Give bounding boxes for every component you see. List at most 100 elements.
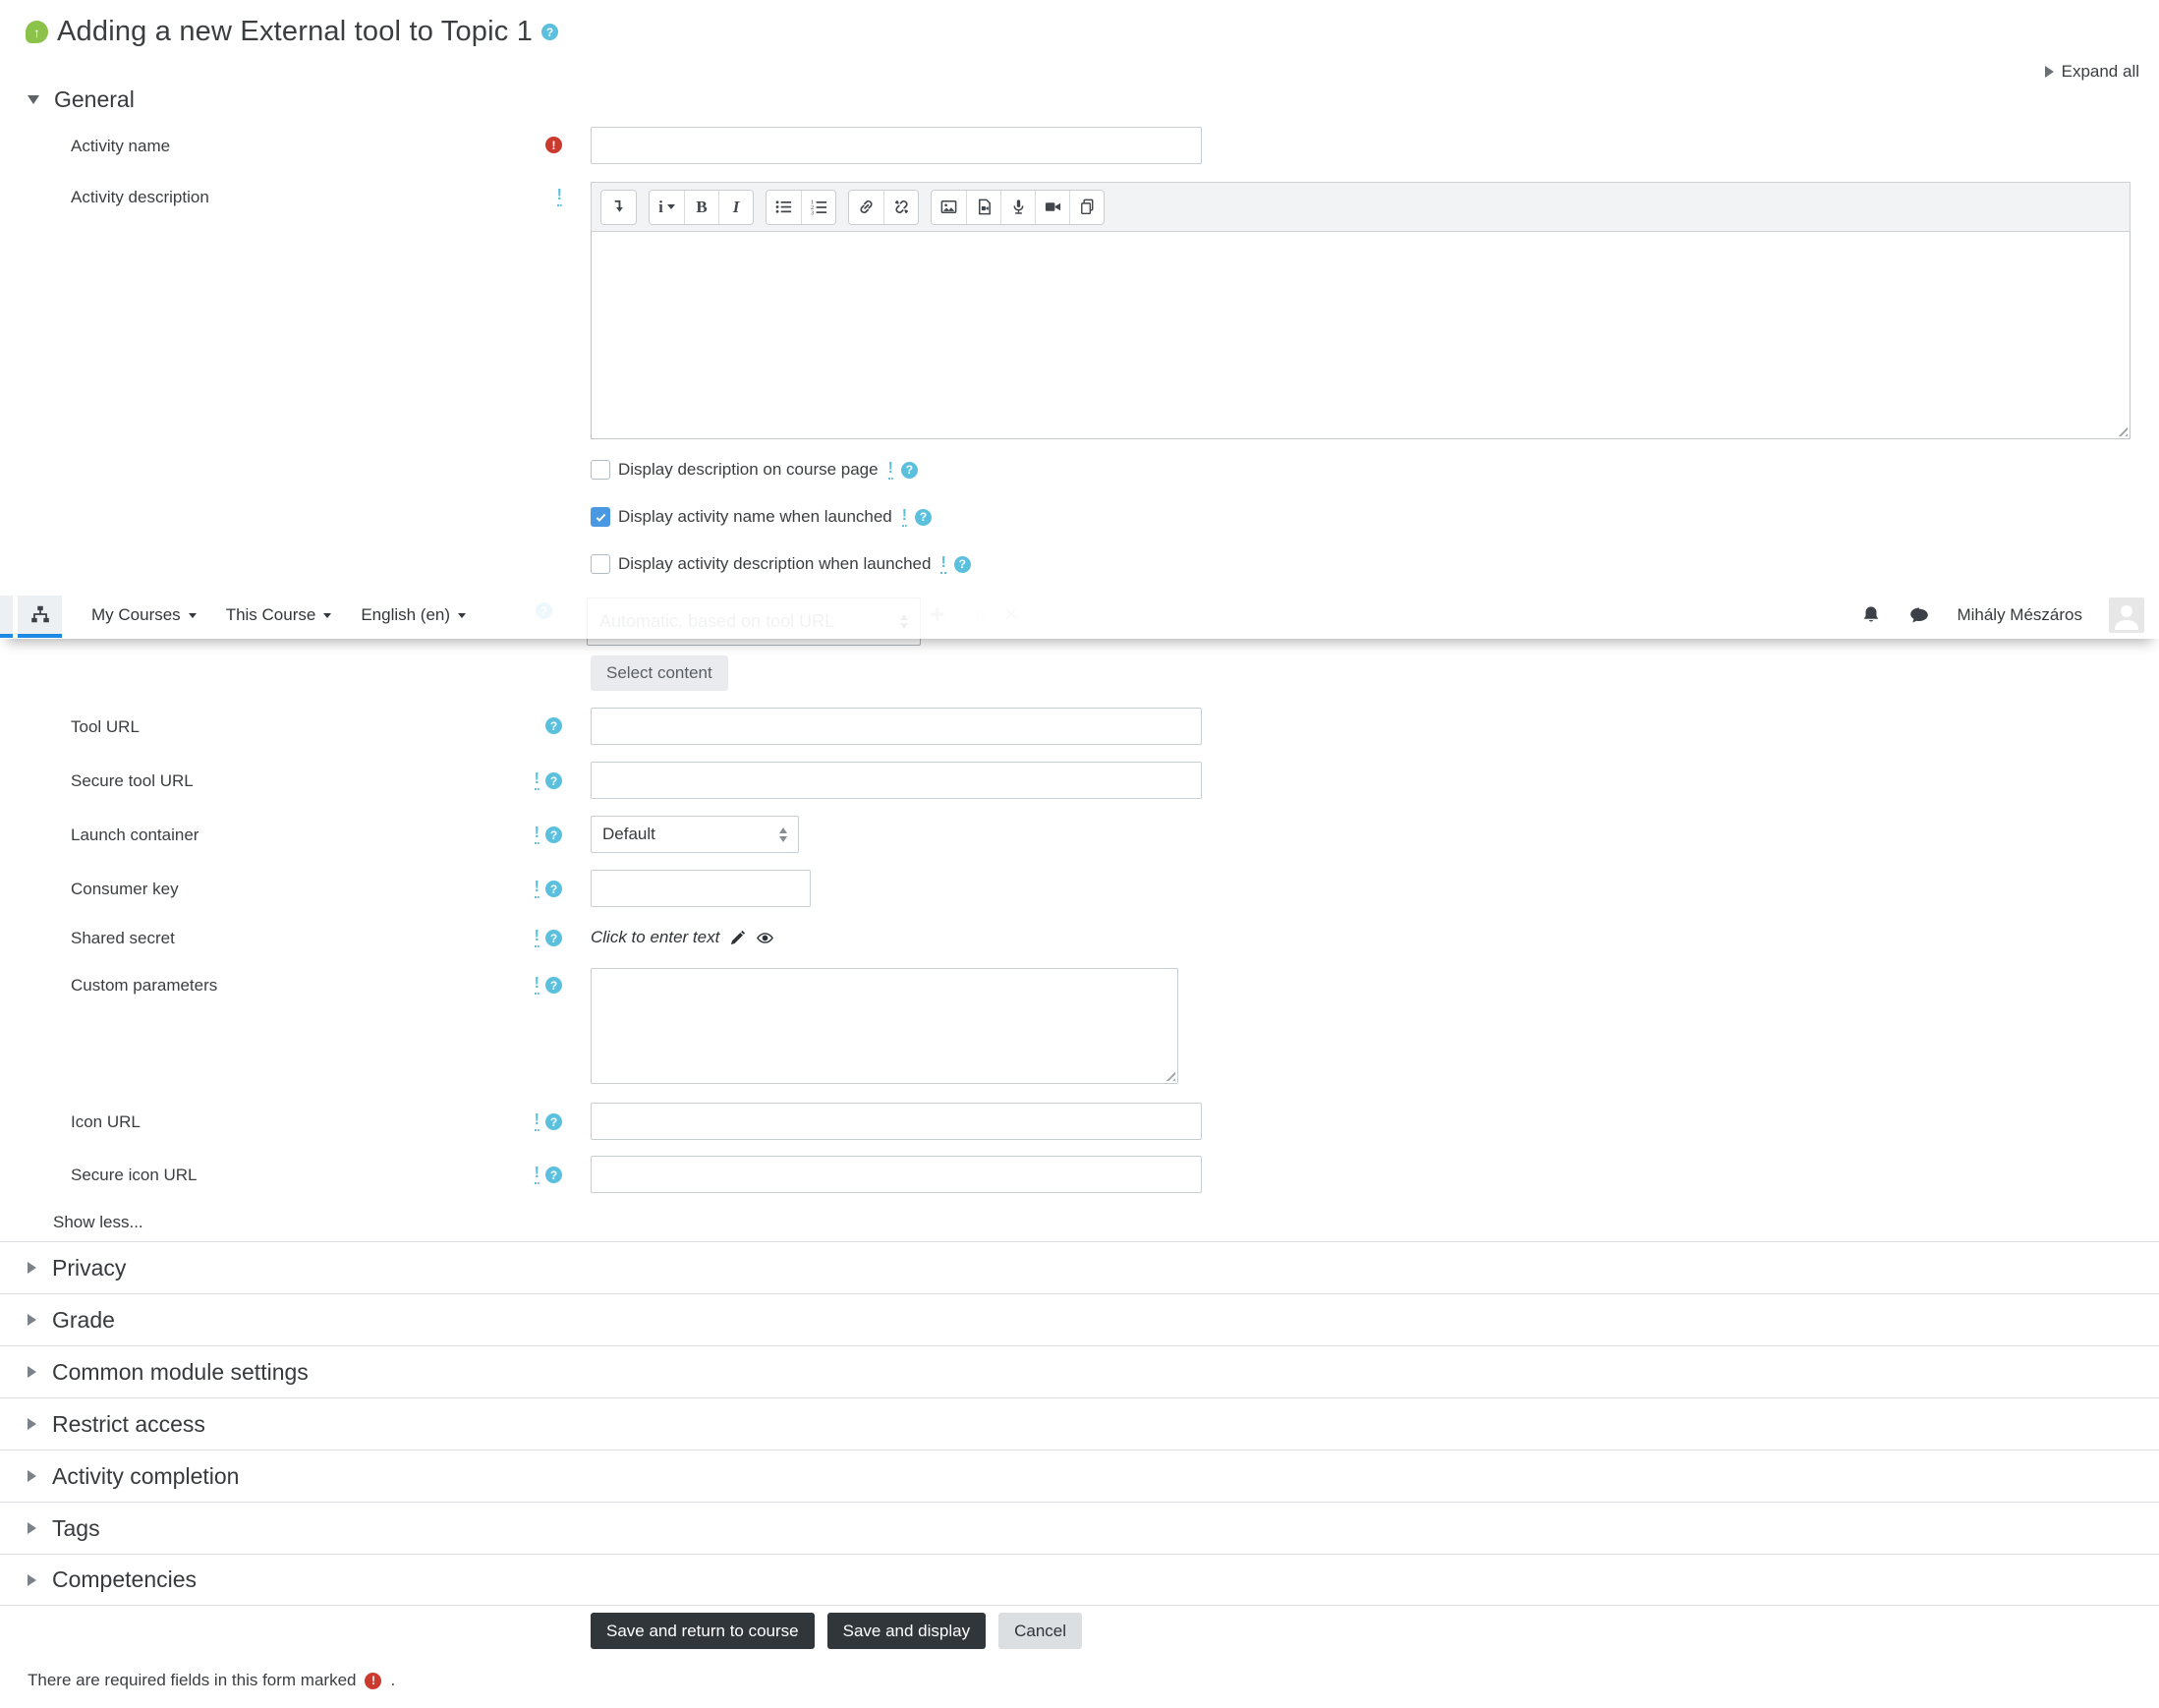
unlink-icon[interactable] xyxy=(883,190,918,224)
section-privacy[interactable]: Privacy xyxy=(0,1241,2159,1293)
display-activity-name-row: Display activity name when launched xyxy=(591,507,933,527)
section-tags[interactable]: Tags xyxy=(0,1502,2159,1554)
help-icon[interactable] xyxy=(545,881,562,897)
activity-description-label: Activity description xyxy=(71,188,209,206)
collapse-triangle-icon xyxy=(28,95,39,104)
record-audio-icon[interactable] xyxy=(1000,190,1035,224)
user-name[interactable]: Mihály Mészáros xyxy=(1957,605,2082,625)
expand-triangle-icon xyxy=(28,1573,36,1586)
bold-icon[interactable] xyxy=(684,190,718,224)
help-icon[interactable] xyxy=(545,1113,562,1130)
warning-icon[interactable] xyxy=(940,555,946,574)
help-icon[interactable] xyxy=(545,1167,562,1183)
expand-triangle-icon xyxy=(28,1314,36,1326)
section-general[interactable]: General xyxy=(28,86,135,113)
icon-url-label: Icon URL xyxy=(71,1112,141,1131)
messages-icon[interactable] xyxy=(1908,604,1930,626)
section-grade[interactable]: Grade xyxy=(0,1293,2159,1345)
page-title: Adding a new External tool to Topic 1 xyxy=(57,16,534,47)
warning-icon[interactable] xyxy=(887,461,893,480)
format-style-icon[interactable] xyxy=(650,190,684,224)
launch-container-select[interactable]: Default xyxy=(591,816,799,853)
custom-parameters-textarea[interactable] xyxy=(591,968,1178,1084)
media-icon[interactable] xyxy=(966,190,1000,224)
display-activity-description-checkbox[interactable] xyxy=(591,554,610,574)
cancel-button[interactable]: Cancel xyxy=(998,1613,1083,1649)
svg-text:3: 3 xyxy=(810,211,813,216)
display-description-checkbox[interactable] xyxy=(591,460,610,480)
checkbox-label: Display activity name when launched xyxy=(618,507,892,526)
notifications-icon[interactable] xyxy=(1860,604,1882,626)
warning-icon[interactable] xyxy=(534,771,540,790)
warning-icon[interactable] xyxy=(534,1166,540,1184)
shared-secret-placeholder[interactable]: Click to enter text xyxy=(591,928,719,947)
shared-secret-label: Shared secret xyxy=(71,929,175,947)
expand-triangle-icon xyxy=(2044,66,2054,78)
select-content-button[interactable]: Select content xyxy=(591,655,728,691)
nav-tab-sitemap[interactable] xyxy=(18,595,62,638)
help-icon[interactable] xyxy=(545,826,562,843)
warning-icon[interactable] xyxy=(901,508,908,527)
link-icon[interactable] xyxy=(849,190,883,224)
chevron-down-icon xyxy=(458,613,467,618)
eye-icon[interactable] xyxy=(756,929,774,947)
expand-all-label: Expand all xyxy=(2061,62,2139,81)
required-icon xyxy=(545,137,562,153)
avatar[interactable] xyxy=(2109,597,2144,633)
tool-url-input[interactable] xyxy=(591,708,1202,745)
resize-handle[interactable] xyxy=(1163,1068,1175,1081)
help-icon[interactable] xyxy=(545,977,562,994)
nav-menu-label: This Course xyxy=(225,604,316,624)
warning-icon[interactable] xyxy=(534,929,540,947)
section-label: Grade xyxy=(52,1306,115,1333)
warning-icon[interactable] xyxy=(534,976,540,995)
italic-icon[interactable] xyxy=(718,190,753,224)
ordered-list-icon[interactable]: 123 xyxy=(801,190,835,224)
help-icon[interactable] xyxy=(545,930,562,946)
consumer-key-input[interactable] xyxy=(591,870,811,907)
record-video-icon[interactable] xyxy=(1035,190,1069,224)
unordered-list-icon[interactable] xyxy=(767,190,801,224)
pencil-icon[interactable] xyxy=(728,929,747,947)
nav-menu-this-course[interactable]: This Course xyxy=(226,605,332,625)
help-icon[interactable] xyxy=(915,508,933,526)
image-icon[interactable] xyxy=(932,190,966,224)
chevron-down-icon xyxy=(666,204,675,209)
tool-url-label: Tool URL xyxy=(71,717,140,736)
help-icon[interactable] xyxy=(900,461,918,479)
expand-triangle-icon xyxy=(28,1418,36,1430)
editor-content[interactable] xyxy=(591,231,2131,439)
section-common-module-settings[interactable]: Common module settings xyxy=(0,1345,2159,1397)
section-competencies[interactable]: Competencies xyxy=(0,1554,2159,1606)
nav-tab-partial[interactable] xyxy=(0,595,13,638)
show-less-link[interactable]: Show less... xyxy=(53,1213,143,1232)
warning-icon[interactable] xyxy=(534,826,540,844)
secure-tool-url-input[interactable] xyxy=(591,762,1202,799)
help-icon[interactable] xyxy=(545,717,562,734)
required-fields-note: There are required fields in this form m… xyxy=(28,1671,395,1690)
warning-icon[interactable] xyxy=(534,880,540,898)
display-activity-name-checkbox[interactable] xyxy=(591,507,610,527)
icon-url-input[interactable] xyxy=(591,1103,1202,1140)
section-restrict-access[interactable]: Restrict access xyxy=(0,1397,2159,1450)
activity-name-input[interactable] xyxy=(591,127,1202,164)
external-tool-icon xyxy=(26,21,48,43)
save-and-display-button[interactable]: Save and display xyxy=(826,1613,987,1649)
save-and-return-button[interactable]: Save and return to course xyxy=(591,1613,815,1649)
checkbox-label: Display description on course page xyxy=(618,460,879,479)
expand-toolbar-icon[interactable] xyxy=(601,190,636,224)
help-icon[interactable] xyxy=(541,24,559,40)
nav-menu-my-courses[interactable]: My Courses xyxy=(91,605,197,625)
help-icon[interactable] xyxy=(545,772,562,789)
section-label: Activity completion xyxy=(52,1462,240,1489)
expand-all-link[interactable]: Expand all xyxy=(2044,62,2139,82)
manage-files-icon[interactable] xyxy=(1069,190,1104,224)
secure-icon-url-input[interactable] xyxy=(591,1156,1202,1193)
sitemap-icon xyxy=(30,605,49,623)
resize-handle[interactable] xyxy=(2115,424,2128,436)
help-icon[interactable] xyxy=(953,555,971,573)
warning-icon[interactable] xyxy=(556,188,562,206)
section-activity-completion[interactable]: Activity completion xyxy=(0,1450,2159,1502)
warning-icon[interactable] xyxy=(534,1112,540,1131)
nav-menu-language[interactable]: English (en) xyxy=(361,605,467,625)
